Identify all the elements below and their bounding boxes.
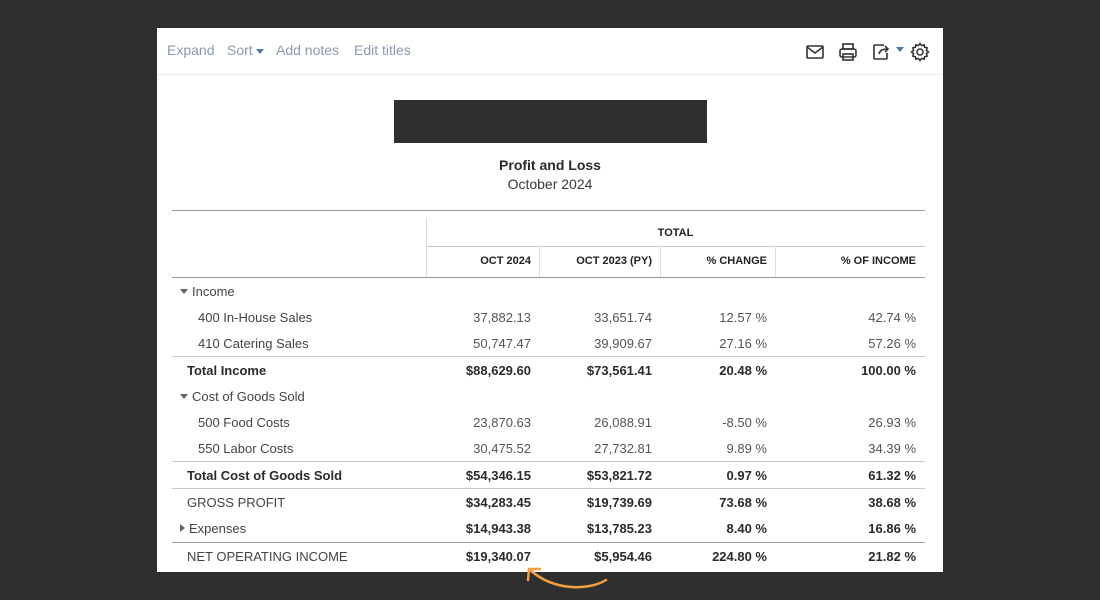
value-pct-income: 21.82 %	[868, 549, 916, 564]
column-divider	[660, 246, 661, 277]
value-oct-2024[interactable]: $14,943.38	[427, 521, 531, 536]
value-oct-2024[interactable]: 23,870.63	[427, 415, 531, 430]
value-oct-2024[interactable]: 30,475.52	[427, 441, 531, 456]
value-oct-2023[interactable]: 27,732.81	[539, 441, 652, 456]
value-oct-2024[interactable]: 37,882.13	[427, 310, 531, 325]
column-header-oct-2023[interactable]: OCT 2023 (PY)	[543, 255, 652, 267]
row-label: Income	[192, 284, 235, 299]
row-divider	[172, 488, 925, 489]
value-pct-change: 224.80 %	[712, 549, 767, 564]
report-toolbar: Expand Sort Add notes Edit titles	[157, 28, 943, 75]
row-cost-of-goods-sold[interactable]: Cost of Goods Sold	[172, 389, 925, 415]
column-divider	[539, 246, 540, 277]
value-pct-change: -8.50 %	[722, 415, 767, 430]
print-icon[interactable]	[837, 41, 859, 63]
group-header-divider	[426, 246, 925, 247]
value-oct-2024[interactable]: $34,283.45	[427, 495, 531, 510]
value-pct-change: 27.16 %	[719, 336, 767, 351]
row-divider	[172, 356, 925, 357]
header-divider-bottom	[172, 277, 925, 278]
value-pct-income: 57.26 %	[868, 336, 916, 351]
row-expenses[interactable]: Expenses $14,943.38 $13,785.23 8.40 % 16…	[172, 521, 925, 547]
annotation-arrow-icon	[526, 567, 608, 589]
expand-link[interactable]: Expand	[167, 42, 214, 58]
value-oct-2024[interactable]: 50,747.47	[427, 336, 531, 351]
redacted-company-name	[394, 100, 707, 143]
row-income[interactable]: Income	[172, 284, 925, 310]
value-pct-income: 42.74 %	[868, 310, 916, 325]
row-label[interactable]: 410 Catering Sales	[198, 336, 309, 351]
row-label[interactable]: 400 In-House Sales	[198, 310, 312, 325]
row-gross-profit[interactable]: GROSS PROFIT $34,283.45 $19,739.69 73.68…	[172, 495, 925, 521]
row-label: Total Income	[187, 363, 267, 378]
row-label: Expenses	[189, 521, 247, 536]
export-dropdown-caret-icon[interactable]	[896, 47, 904, 52]
export-icon[interactable]	[870, 41, 892, 63]
column-header-pct-change[interactable]: % CHANGE	[664, 255, 767, 267]
value-oct-2023[interactable]: 33,651.74	[539, 310, 652, 325]
row-label: Cost of Goods Sold	[192, 389, 305, 404]
column-header-pct-income[interactable]: % OF INCOME	[779, 255, 916, 267]
row-410-catering-sales[interactable]: 410 Catering Sales 50,747.47 39,909.67 2…	[172, 336, 925, 362]
row-label: NET OPERATING INCOME	[187, 549, 348, 564]
value-oct-2024[interactable]: $19,340.07	[427, 549, 531, 564]
row-label[interactable]: 550 Labor Costs	[198, 441, 293, 456]
add-notes-link[interactable]: Add notes	[276, 42, 339, 58]
collapse-caret-icon[interactable]	[180, 394, 188, 399]
value-pct-income: 61.32 %	[868, 468, 916, 483]
value-pct-income: 100.00 %	[861, 363, 916, 378]
value-oct-2023[interactable]: $53,821.72	[539, 468, 652, 483]
value-pct-change: 12.57 %	[719, 310, 767, 325]
value-oct-2024[interactable]: $88,629.60	[427, 363, 531, 378]
value-oct-2023[interactable]: $13,785.23	[539, 521, 652, 536]
value-oct-2023[interactable]: 26,088.91	[539, 415, 652, 430]
row-label[interactable]: 500 Food Costs	[198, 415, 290, 430]
value-pct-change: 20.48 %	[719, 363, 767, 378]
value-pct-change: 0.97 %	[726, 468, 767, 483]
value-oct-2024[interactable]: $54,346.15	[427, 468, 531, 483]
report-panel: Expand Sort Add notes Edit titles Profit…	[157, 28, 943, 572]
row-total-income[interactable]: Total Income $88,629.60 $73,561.41 20.48…	[172, 363, 925, 389]
chevron-down-icon	[255, 48, 264, 54]
report-title: Profit and Loss	[499, 157, 601, 173]
edit-titles-link[interactable]: Edit titles	[354, 42, 411, 58]
header-divider-top	[172, 210, 925, 211]
email-icon[interactable]	[804, 41, 826, 63]
settings-icon[interactable]	[909, 41, 931, 63]
expand-caret-icon[interactable]	[180, 524, 185, 532]
value-oct-2023[interactable]: $73,561.41	[539, 363, 652, 378]
total-group-header: TOTAL	[657, 227, 694, 239]
value-pct-change: 8.40 %	[726, 521, 767, 536]
column-divider	[775, 246, 776, 277]
value-pct-change: 9.89 %	[726, 441, 767, 456]
value-pct-income: 34.39 %	[868, 441, 916, 456]
row-500-food-costs[interactable]: 500 Food Costs 23,870.63 26,088.91 -8.50…	[172, 415, 925, 441]
column-divider	[426, 218, 427, 277]
column-header-oct-2024[interactable]: OCT 2024	[431, 255, 531, 267]
value-pct-income: 38.68 %	[868, 495, 916, 510]
row-total-cost-of-goods-sold[interactable]: Total Cost of Goods Sold $54,346.15 $53,…	[172, 468, 925, 494]
value-pct-income: 16.86 %	[868, 521, 916, 536]
sort-label: Sort	[227, 42, 253, 58]
report-period: October 2024	[507, 176, 593, 192]
value-pct-change: 73.68 %	[719, 495, 767, 510]
row-400-in-house-sales[interactable]: 400 In-House Sales 37,882.13 33,651.74 1…	[172, 310, 925, 336]
value-pct-income: 26.93 %	[868, 415, 916, 430]
row-label: Total Cost of Goods Sold	[187, 468, 343, 483]
value-oct-2023[interactable]: 39,909.67	[539, 336, 652, 351]
value-oct-2023[interactable]: $19,739.69	[539, 495, 652, 510]
row-divider	[172, 542, 925, 543]
collapse-caret-icon[interactable]	[180, 289, 188, 294]
row-divider	[172, 461, 925, 462]
row-550-labor-costs[interactable]: 550 Labor Costs 30,475.52 27,732.81 9.89…	[172, 441, 925, 467]
sort-dropdown[interactable]: Sort	[227, 42, 264, 58]
row-label: GROSS PROFIT	[187, 495, 286, 510]
